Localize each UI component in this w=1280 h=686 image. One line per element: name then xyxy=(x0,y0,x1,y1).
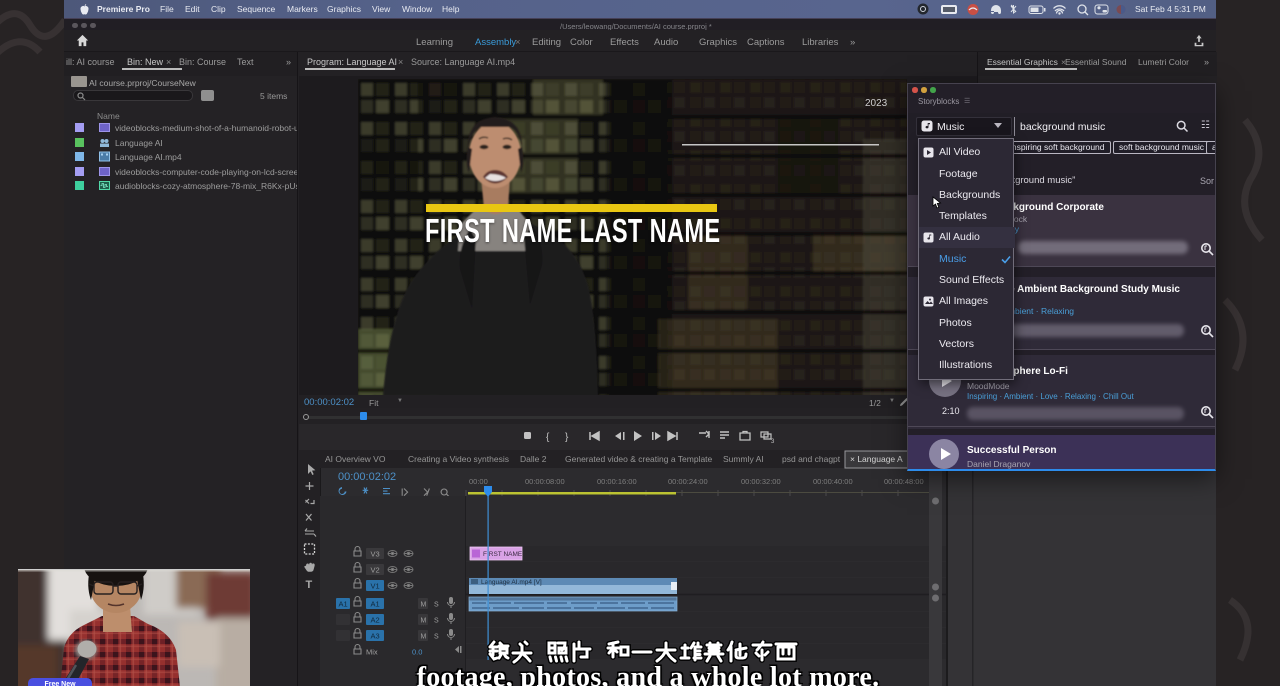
svg-text:00:00:08:00: 00:00:08:00 xyxy=(525,477,565,486)
svg-text:2023: 2023 xyxy=(865,98,888,109)
svg-text:Generated video & creating a T: Generated video & creating a Template xyxy=(565,454,713,464)
svg-text:Dalle 2: Dalle 2 xyxy=(520,454,547,464)
svg-text:{: { xyxy=(546,432,550,443)
svg-text:3: 3 xyxy=(771,439,775,445)
svg-text:FIRST NAME: FIRST NAME xyxy=(483,551,523,558)
svg-text:Creating a Video synthesis: Creating a Video synthesis xyxy=(408,454,509,464)
svg-text:S: S xyxy=(434,618,439,625)
svg-text:00:00:32:00: 00:00:32:00 xyxy=(741,477,781,486)
svg-text:00:00:40:00: 00:00:40:00 xyxy=(813,477,853,486)
svg-text:00:00:24:00: 00:00:24:00 xyxy=(668,477,708,486)
svg-text:Summly AI: Summly AI xyxy=(723,454,764,464)
svg-text:00:00:16:00: 00:00:16:00 xyxy=(597,477,637,486)
svg-text:A2: A2 xyxy=(371,616,380,625)
svg-text:psd and chagpt: psd and chagpt xyxy=(782,454,841,464)
svg-text:00:00:48:00: 00:00:48:00 xyxy=(884,477,924,486)
svg-text:A1: A1 xyxy=(339,600,348,609)
svg-text:00:00: 00:00 xyxy=(469,477,488,486)
svg-text:V3: V3 xyxy=(371,550,380,559)
svg-text:× Language A: × Language A xyxy=(850,454,903,464)
svg-text:00:00:02:02: 00:00:02:02 xyxy=(338,471,396,483)
svg-text:Language AI.mp4 [V]: Language AI.mp4 [V] xyxy=(481,579,542,586)
svg-text:AI Overview VO: AI Overview VO xyxy=(325,454,386,464)
svg-text:V2: V2 xyxy=(371,566,380,575)
svg-text:M: M xyxy=(421,618,427,625)
svg-text:S: S xyxy=(434,602,439,609)
svg-text:T: T xyxy=(306,579,313,591)
svg-text:}: } xyxy=(565,432,569,443)
svg-text:A1: A1 xyxy=(371,600,380,609)
svg-text:V1: V1 xyxy=(371,582,380,591)
svg-text:M: M xyxy=(421,602,427,609)
